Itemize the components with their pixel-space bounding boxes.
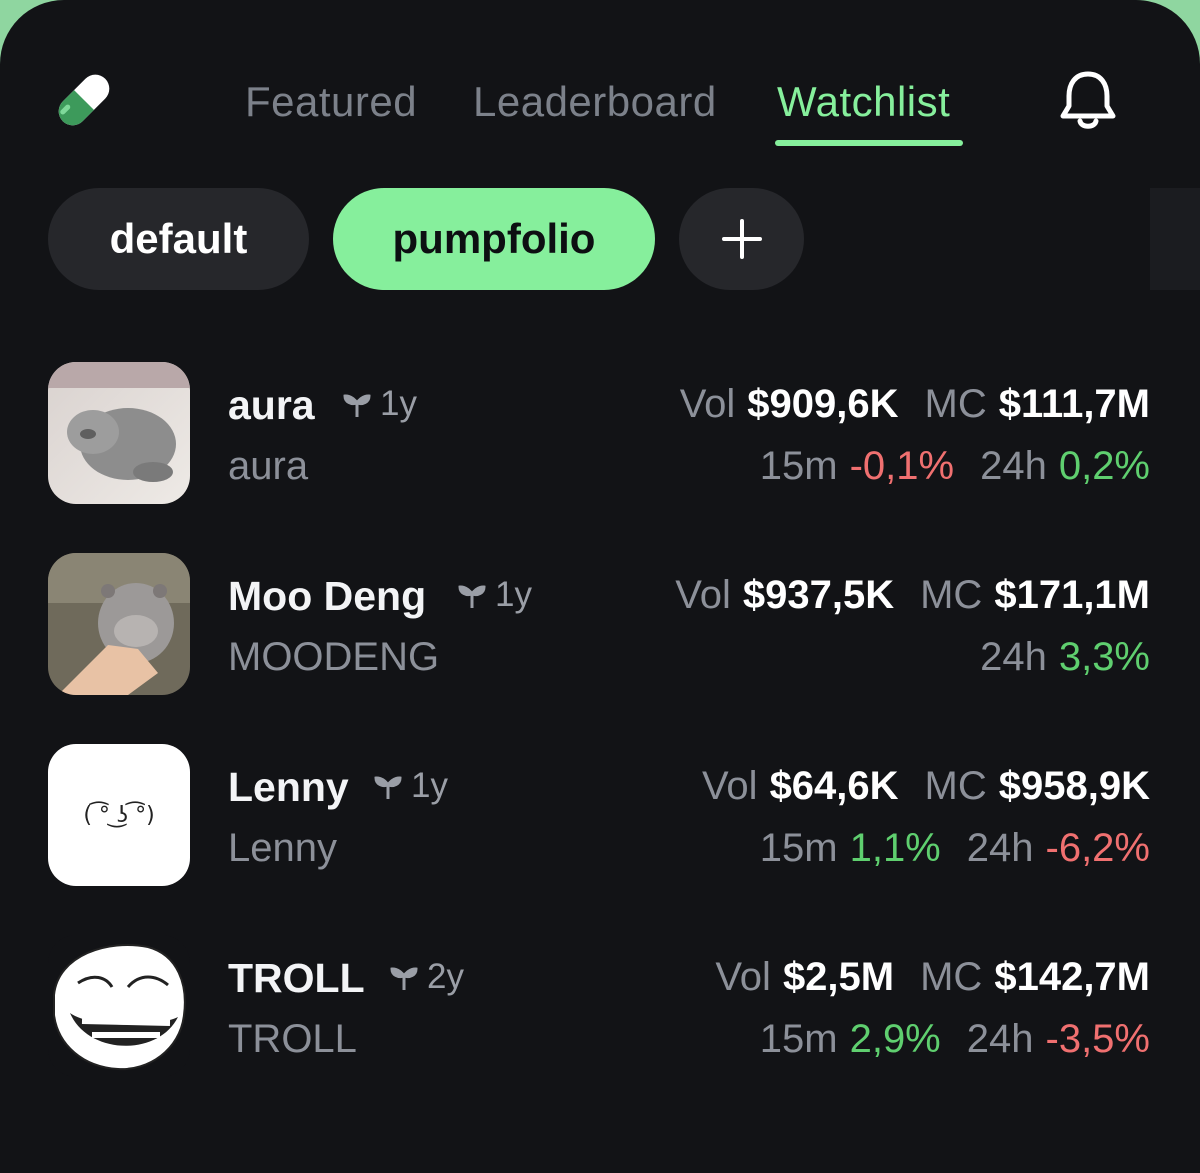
- chip-scroll-edge: [1150, 188, 1200, 290]
- app-frame: Featured Leaderboard Watchlist default p…: [0, 0, 1200, 1173]
- token-ticker: TROLL: [228, 1017, 357, 1061]
- token-vol-mc: Vol $64,6K MC $958,9K: [701, 764, 1150, 808]
- token-changes: 15m 1,1% 24h -6,2%: [759, 826, 1150, 870]
- token-changes: 15m -0,1% 24h 0,2%: [759, 444, 1150, 488]
- token-age: 1y: [373, 766, 448, 806]
- active-tab-indicator: [775, 140, 963, 146]
- token-avatar: [48, 362, 190, 504]
- chip-label: pumpfolio: [392, 215, 596, 262]
- token-name: TROLL: [228, 955, 365, 1001]
- token-avatar: [48, 553, 190, 695]
- token-vol-mc: Vol $937,5K MC $171,1M: [675, 573, 1150, 617]
- watchlist-chip-default[interactable]: default: [48, 188, 309, 290]
- token-vol-mc: Vol $909,6K MC $111,7M: [679, 382, 1150, 426]
- token-name: aura: [228, 382, 315, 428]
- token-age: 1y: [457, 575, 532, 615]
- chip-label: default: [109, 215, 248, 262]
- sprout-icon: [343, 394, 371, 417]
- token-changes: 15m 2,9% 24h -3,5%: [759, 1017, 1150, 1061]
- token-avatar: [48, 935, 190, 1077]
- token-row-aura[interactable]: aura 1y aura Vol $909,6K MC $111,7M 15m -0,1…: [0, 362, 1200, 512]
- tab-watchlist[interactable]: Watchlist: [777, 78, 950, 126]
- token-age: 2y: [389, 957, 464, 997]
- pill-icon[interactable]: [48, 64, 120, 136]
- token-row-lenny[interactable]: ( ͡° ͜ʖ ͡°) Lenny 1y Lenny Vol $64,6K MC $9…: [0, 744, 1200, 894]
- watchlist-chip-pumpfolio[interactable]: pumpfolio: [333, 188, 655, 290]
- plus-icon: [721, 219, 762, 259]
- tab-featured[interactable]: Featured: [245, 78, 417, 126]
- token-name: Lenny: [228, 764, 349, 810]
- token-changes: 24h 3,3%: [980, 635, 1150, 679]
- token-ticker: aura: [228, 444, 309, 488]
- sprout-icon: [390, 967, 418, 990]
- add-watchlist-button[interactable]: [679, 188, 804, 290]
- bell-icon[interactable]: [1056, 68, 1120, 134]
- sprout-icon: [374, 776, 402, 799]
- sprout-icon: [458, 585, 486, 608]
- token-avatar: ( ͡° ͜ʖ ͡°): [48, 744, 190, 886]
- token-ticker: Lenny: [228, 826, 337, 870]
- tab-leaderboard[interactable]: Leaderboard: [473, 78, 717, 126]
- token-vol-mc: Vol $2,5M MC $142,7M: [715, 955, 1150, 999]
- token-ticker: MOODENG: [228, 635, 440, 679]
- token-name: Moo Deng: [228, 573, 427, 619]
- token-age: 1y: [342, 384, 417, 424]
- token-row-moodeng[interactable]: Moo Deng 1y MOODENG Vol $937,5K MC $171,1M …: [0, 553, 1200, 703]
- token-row-troll[interactable]: TROLL 2y TROLL Vol $2,5M MC $142,7M 15m 2,9%…: [0, 935, 1200, 1085]
